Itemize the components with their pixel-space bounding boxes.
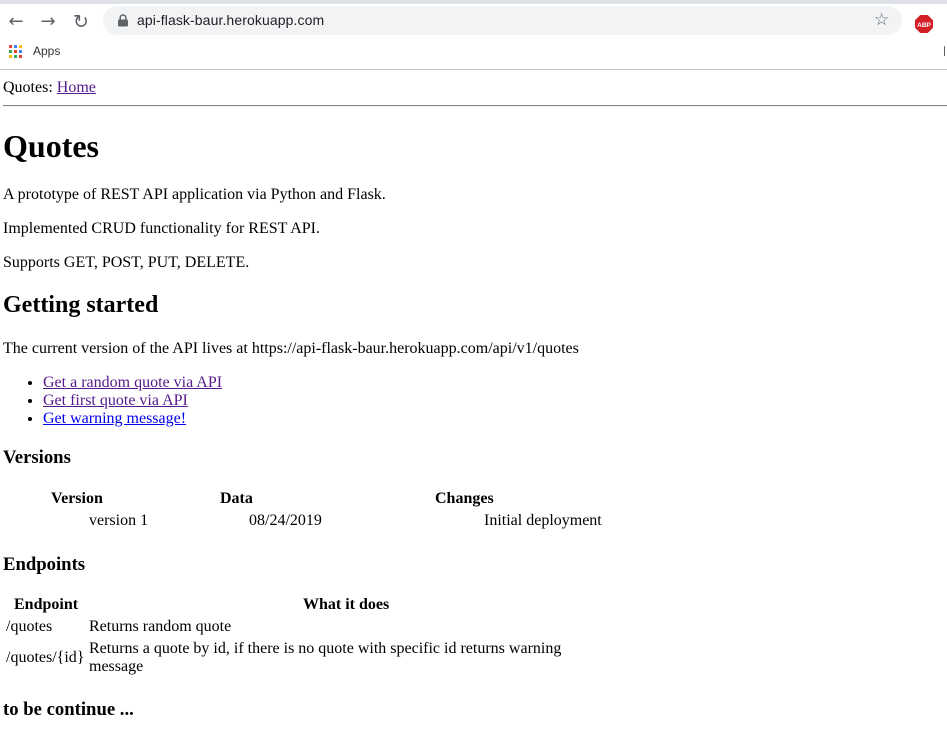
table-cell: Returns a quote by id, if there is no qu… xyxy=(89,640,562,657)
lock-icon[interactable] xyxy=(117,14,129,27)
endpoints-heading: Endpoints xyxy=(3,554,86,575)
getting-started-heading: Getting started xyxy=(3,292,159,318)
intro-paragraph-1: A prototype of REST API application via … xyxy=(3,186,386,203)
back-arrow-icon[interactable]: ← xyxy=(6,12,26,32)
list-item: Get first quote via API xyxy=(43,392,222,410)
first-quote-link[interactable]: Get first quote via API xyxy=(43,392,188,409)
adblock-label: ABP xyxy=(917,22,931,29)
list-item: Get a random quote via API xyxy=(43,374,222,392)
forward-arrow-icon[interactable]: → xyxy=(38,12,58,32)
star-icon[interactable]: ☆ xyxy=(874,11,892,29)
breadcrumb-prefix: Quotes: xyxy=(3,79,57,96)
versions-header-version: Version xyxy=(51,490,103,507)
versions-header-changes: Changes xyxy=(435,490,494,507)
url-text[interactable]: api-flask-baur.herokuapp.com xyxy=(137,12,324,28)
endpoints-header-endpoint: Endpoint xyxy=(14,596,79,613)
breadcrumb: Quotes: Home xyxy=(3,79,96,97)
table-cell: version 1 xyxy=(89,512,149,529)
reload-icon[interactable]: ↻ xyxy=(71,12,91,32)
warning-message-link[interactable]: Get warning message! xyxy=(43,410,186,427)
browser-toolbar: ← → ↻ api-flask-baur.herokuapp.com ☆ ABP xyxy=(0,4,947,37)
page-title: Quotes xyxy=(3,128,99,164)
versions-heading: Versions xyxy=(3,447,71,468)
address-bar[interactable]: api-flask-baur.herokuapp.com ☆ xyxy=(103,6,902,35)
apps-grid-icon xyxy=(9,45,23,59)
intro-paragraph-2: Implemented CRUD functionality for REST … xyxy=(3,220,321,237)
versions-header-data: Data xyxy=(220,490,253,507)
divider xyxy=(3,105,947,107)
table-cell: Returns random quote xyxy=(89,618,232,635)
home-link[interactable]: Home xyxy=(57,79,96,96)
apps-label: Apps xyxy=(33,44,61,58)
api-links-list: Get a random quote via API Get first quo… xyxy=(3,374,222,428)
bookmarks-bar: Apps ∣ xyxy=(0,37,947,70)
table-cell: /quotes/{id} xyxy=(6,649,85,666)
table-cell: 08/24/2019 xyxy=(249,512,322,529)
intro-paragraph-3: Supports GET, POST, PUT, DELETE. xyxy=(3,254,250,271)
table-cell: message xyxy=(89,658,144,675)
table-cell: /quotes xyxy=(6,618,53,635)
random-quote-link[interactable]: Get a random quote via API xyxy=(43,374,222,391)
table-cell: Initial deployment xyxy=(484,512,602,529)
bookmarks-overflow[interactable]: ∣ xyxy=(942,46,947,57)
to-be-continued-note: to be continue ... xyxy=(3,699,134,720)
endpoints-header-description: What it does xyxy=(303,596,390,613)
list-item: Get warning message! xyxy=(43,410,222,428)
api-location-text: The current version of the API lives at … xyxy=(3,340,579,357)
adblock-icon[interactable]: ABP xyxy=(915,15,933,33)
